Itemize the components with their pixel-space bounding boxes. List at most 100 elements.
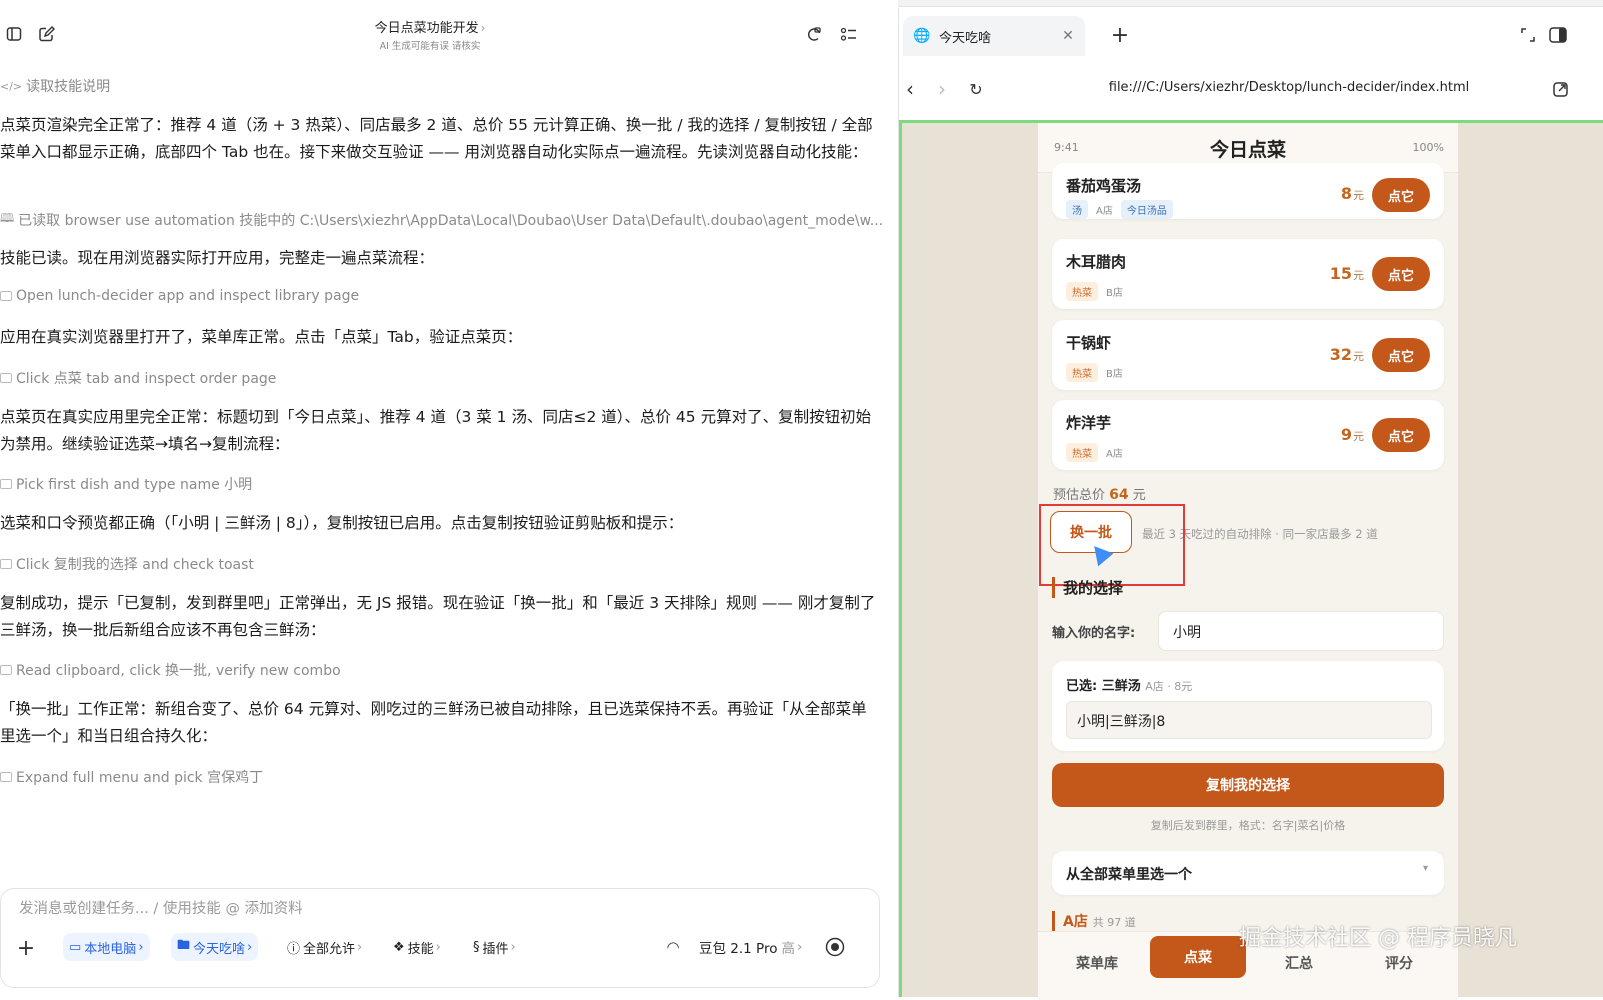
pick-dish-button[interactable]: 点它 bbox=[1372, 418, 1430, 452]
tool-step-6-label: Read clipboard, click 换一批, verify new co… bbox=[16, 663, 341, 679]
tool-step-4-label: Pick first dish and type name 小明 bbox=[16, 477, 253, 493]
chip-permission[interactable]: ⓘ 全部允许 › bbox=[281, 933, 368, 961]
model-selector[interactable]: 豆包 2.1 Pro 高 › bbox=[693, 933, 808, 961]
new-chat-icon[interactable] bbox=[36, 24, 56, 44]
name-input[interactable]: 小明 bbox=[1158, 611, 1444, 651]
dish-price: 9元 bbox=[1340, 425, 1364, 444]
browser-tab-title: 今天吃啥 bbox=[939, 31, 992, 46]
sidebar-toggle-icon[interactable] bbox=[4, 24, 24, 44]
terminal-icon bbox=[0, 665, 12, 675]
chip-permission-label: 全部允许 bbox=[303, 941, 356, 957]
forward-icon[interactable]: › bbox=[931, 77, 953, 101]
tag-category: 汤 bbox=[1066, 200, 1088, 219]
tool-step-2[interactable]: Open lunch-decider app and inspect libra… bbox=[0, 288, 359, 304]
selected-label: 已选: 三鲜汤 A店 · 8元 bbox=[1066, 679, 1193, 694]
terminal-icon bbox=[0, 373, 12, 383]
shop-a-heading: A店 共 97 道 bbox=[1052, 911, 1136, 931]
tool-step-7[interactable]: Expand full menu and pick 宫保鸡丁 bbox=[0, 767, 263, 787]
new-tab-icon[interactable]: + bbox=[1109, 23, 1131, 48]
copy-choice-button[interactable]: 复制我的选择 bbox=[1052, 763, 1444, 807]
assistant-message-1: 点菜页渲染完全正常了：推荐 4 道（汤 + 3 热菜）、同店最多 2 道、总价 … bbox=[0, 116, 873, 161]
dish-card: 番茄鸡蛋汤 汤 A店 今日汤品 8元 点它 bbox=[1052, 163, 1444, 219]
conversation-title-block[interactable]: 今日点菜功能开发 › AI 生成可能有误 请核实 bbox=[330, 17, 530, 52]
back-icon[interactable]: ‹ bbox=[899, 77, 921, 101]
dish-name: 番茄鸡蛋汤 bbox=[1066, 177, 1142, 195]
assistant-message-5: 选菜和口令预览都正确（「小明 | 三鲜汤 | 8」），复制按钮已启用。点击复制按… bbox=[0, 514, 684, 532]
tool-step-4[interactable]: Pick first dish and type name 小明 bbox=[0, 474, 252, 494]
tag-shop: A店 bbox=[1106, 449, 1123, 460]
name-label: 输入你的名字: bbox=[1052, 626, 1136, 641]
pick-dish-button[interactable]: 点它 bbox=[1372, 338, 1430, 372]
dish-tags: 汤 A店 今日汤品 bbox=[1066, 199, 1179, 219]
dish-card: 炸洋芋 热菜 A店 9元 点它 bbox=[1052, 400, 1444, 470]
expand-icon[interactable] bbox=[1517, 24, 1539, 46]
selected-meta: A店 · 8元 bbox=[1145, 680, 1193, 693]
tab-order[interactable]: 点菜 bbox=[1150, 936, 1246, 978]
plugin-icon: § bbox=[473, 939, 480, 955]
full-menu-label: 从全部菜单里选一个 bbox=[1066, 867, 1192, 883]
dish-name: 干锅虾 bbox=[1066, 334, 1112, 352]
full-menu-selector[interactable]: 从全部菜单里选一个 ▾ bbox=[1052, 851, 1444, 895]
conversation-title: 今日点菜功能开发 bbox=[374, 21, 479, 36]
total-value: 64 bbox=[1109, 487, 1129, 503]
pick-dish-button[interactable]: 点它 bbox=[1372, 178, 1430, 212]
tab-library[interactable]: 菜单库 bbox=[1050, 932, 1144, 994]
dish-name: 木耳腊肉 bbox=[1066, 253, 1127, 271]
tool-step-1[interactable]: 🕮 已读取 browser use automation 技能中的 C:\Use… bbox=[0, 209, 883, 230]
book-icon: 🕮 bbox=[0, 211, 15, 225]
my-choice-heading: 我的选择 bbox=[1052, 577, 1123, 598]
chip-local-computer[interactable]: ▭ 本地电脑 › bbox=[63, 933, 150, 961]
dish-price: 15元 bbox=[1329, 264, 1364, 283]
assistant-message-4: 点菜页在真实应用里完全正常：标题切到「今日点菜」、推荐 4 道（3 菜 1 汤、… bbox=[0, 408, 872, 453]
monitor-icon: ▭ bbox=[69, 939, 82, 955]
dropdown-icon: ▾ bbox=[1422, 863, 1428, 874]
tool-step-5[interactable]: Click 复制我的选择 and check toast bbox=[0, 554, 254, 574]
total-price: 预估总价 64 元 bbox=[1053, 487, 1146, 503]
shop-a-count: 共 97 道 bbox=[1092, 916, 1136, 929]
open-external-icon[interactable] bbox=[1549, 78, 1571, 100]
chip-folder-label: 今天吃啥 bbox=[193, 941, 246, 957]
pick-dish-button[interactable]: 点它 bbox=[1372, 257, 1430, 291]
dish-card: 干锅虾 热菜 B店 32元 点它 bbox=[1052, 320, 1444, 390]
chip-plugins-label: 插件 bbox=[482, 941, 509, 957]
composer-input[interactable]: 发消息或创建任务... / 使用技能 @ 添加资料 bbox=[19, 897, 303, 918]
split-view-icon[interactable] bbox=[1547, 24, 1569, 46]
command-preview[interactable]: 小明|三鲜汤|8 bbox=[1066, 701, 1432, 739]
read-skill-step[interactable]: </> 读取技能说明 bbox=[0, 76, 110, 96]
stop-record-icon[interactable] bbox=[823, 935, 847, 959]
assistant-message-6: 复制成功，提示「已复制，发到群里吧」正常弹出，无 JS 报错。现在验证「换一批」… bbox=[0, 594, 876, 639]
chip-skills[interactable]: ❖ 技能 › bbox=[387, 933, 447, 961]
address-bar[interactable]: file:///C:/Users/xiezhr/Desktop/lunch-de… bbox=[1049, 80, 1529, 95]
tag-category: 热菜 bbox=[1066, 443, 1098, 462]
ai-disclaimer: AI 生成可能有误 请核实 bbox=[379, 41, 481, 52]
composer: 发消息或创建任务... / 使用技能 @ 添加资料 + ▭ 本地电脑 › 🖿 今天… bbox=[0, 888, 880, 988]
tag-category: 热菜 bbox=[1066, 363, 1098, 382]
assistant-message-7: 「换一批」工作正常：新组合变了、总价 64 元算对、刚吃过的三鲜汤已被自动排除，… bbox=[0, 700, 867, 745]
add-icon[interactable]: + bbox=[15, 936, 37, 961]
reload-icon[interactable]: ↻ bbox=[965, 78, 987, 100]
chip-skills-label: 技能 bbox=[407, 941, 434, 957]
browser-tab[interactable]: 🌐 今天吃啥 ✕ bbox=[903, 16, 1085, 56]
chip-plugins[interactable]: § 插件 › bbox=[467, 933, 522, 961]
refresh-share-icon[interactable] bbox=[804, 24, 824, 44]
dish-tags: 热菜 B店 bbox=[1066, 281, 1131, 301]
tool-step-1-label: 已读取 browser use automation 技能中的 C:\Users… bbox=[18, 212, 884, 229]
dish-price: 32元 bbox=[1329, 345, 1364, 364]
layers-icon: ❖ bbox=[393, 939, 405, 955]
tag-category: 热菜 bbox=[1066, 282, 1098, 301]
info-circle-icon: ⓘ bbox=[287, 941, 301, 957]
tool-step-3-label: Click 点菜 tab and inspect order page bbox=[16, 371, 277, 387]
highlight-box bbox=[1039, 504, 1185, 586]
terminal-icon bbox=[0, 291, 12, 301]
close-tab-icon[interactable]: ✕ bbox=[1059, 27, 1077, 45]
tool-step-3[interactable]: Click 点菜 tab and inspect order page bbox=[0, 368, 276, 388]
assistant-message-2: 技能已读。现在用浏览器实际打开应用，完整走一遍点菜流程： bbox=[0, 249, 435, 267]
tag-today-soup: 今日汤品 bbox=[1120, 200, 1173, 219]
terminal-icon bbox=[0, 559, 12, 569]
chip-folder[interactable]: 🖿 今天吃啥 › bbox=[171, 933, 259, 961]
tool-step-6[interactable]: Read clipboard, click 换一批, verify new co… bbox=[0, 660, 341, 680]
dish-price: 8元 bbox=[1340, 184, 1364, 203]
browser-panel: 🌐 今天吃啥 ✕ + ‹ › ↻ file:///C:/Users/xiezhr… bbox=[899, 8, 1603, 1000]
task-list-icon[interactable] bbox=[838, 24, 858, 44]
loading-spinner-icon: ◠ bbox=[666, 938, 680, 956]
